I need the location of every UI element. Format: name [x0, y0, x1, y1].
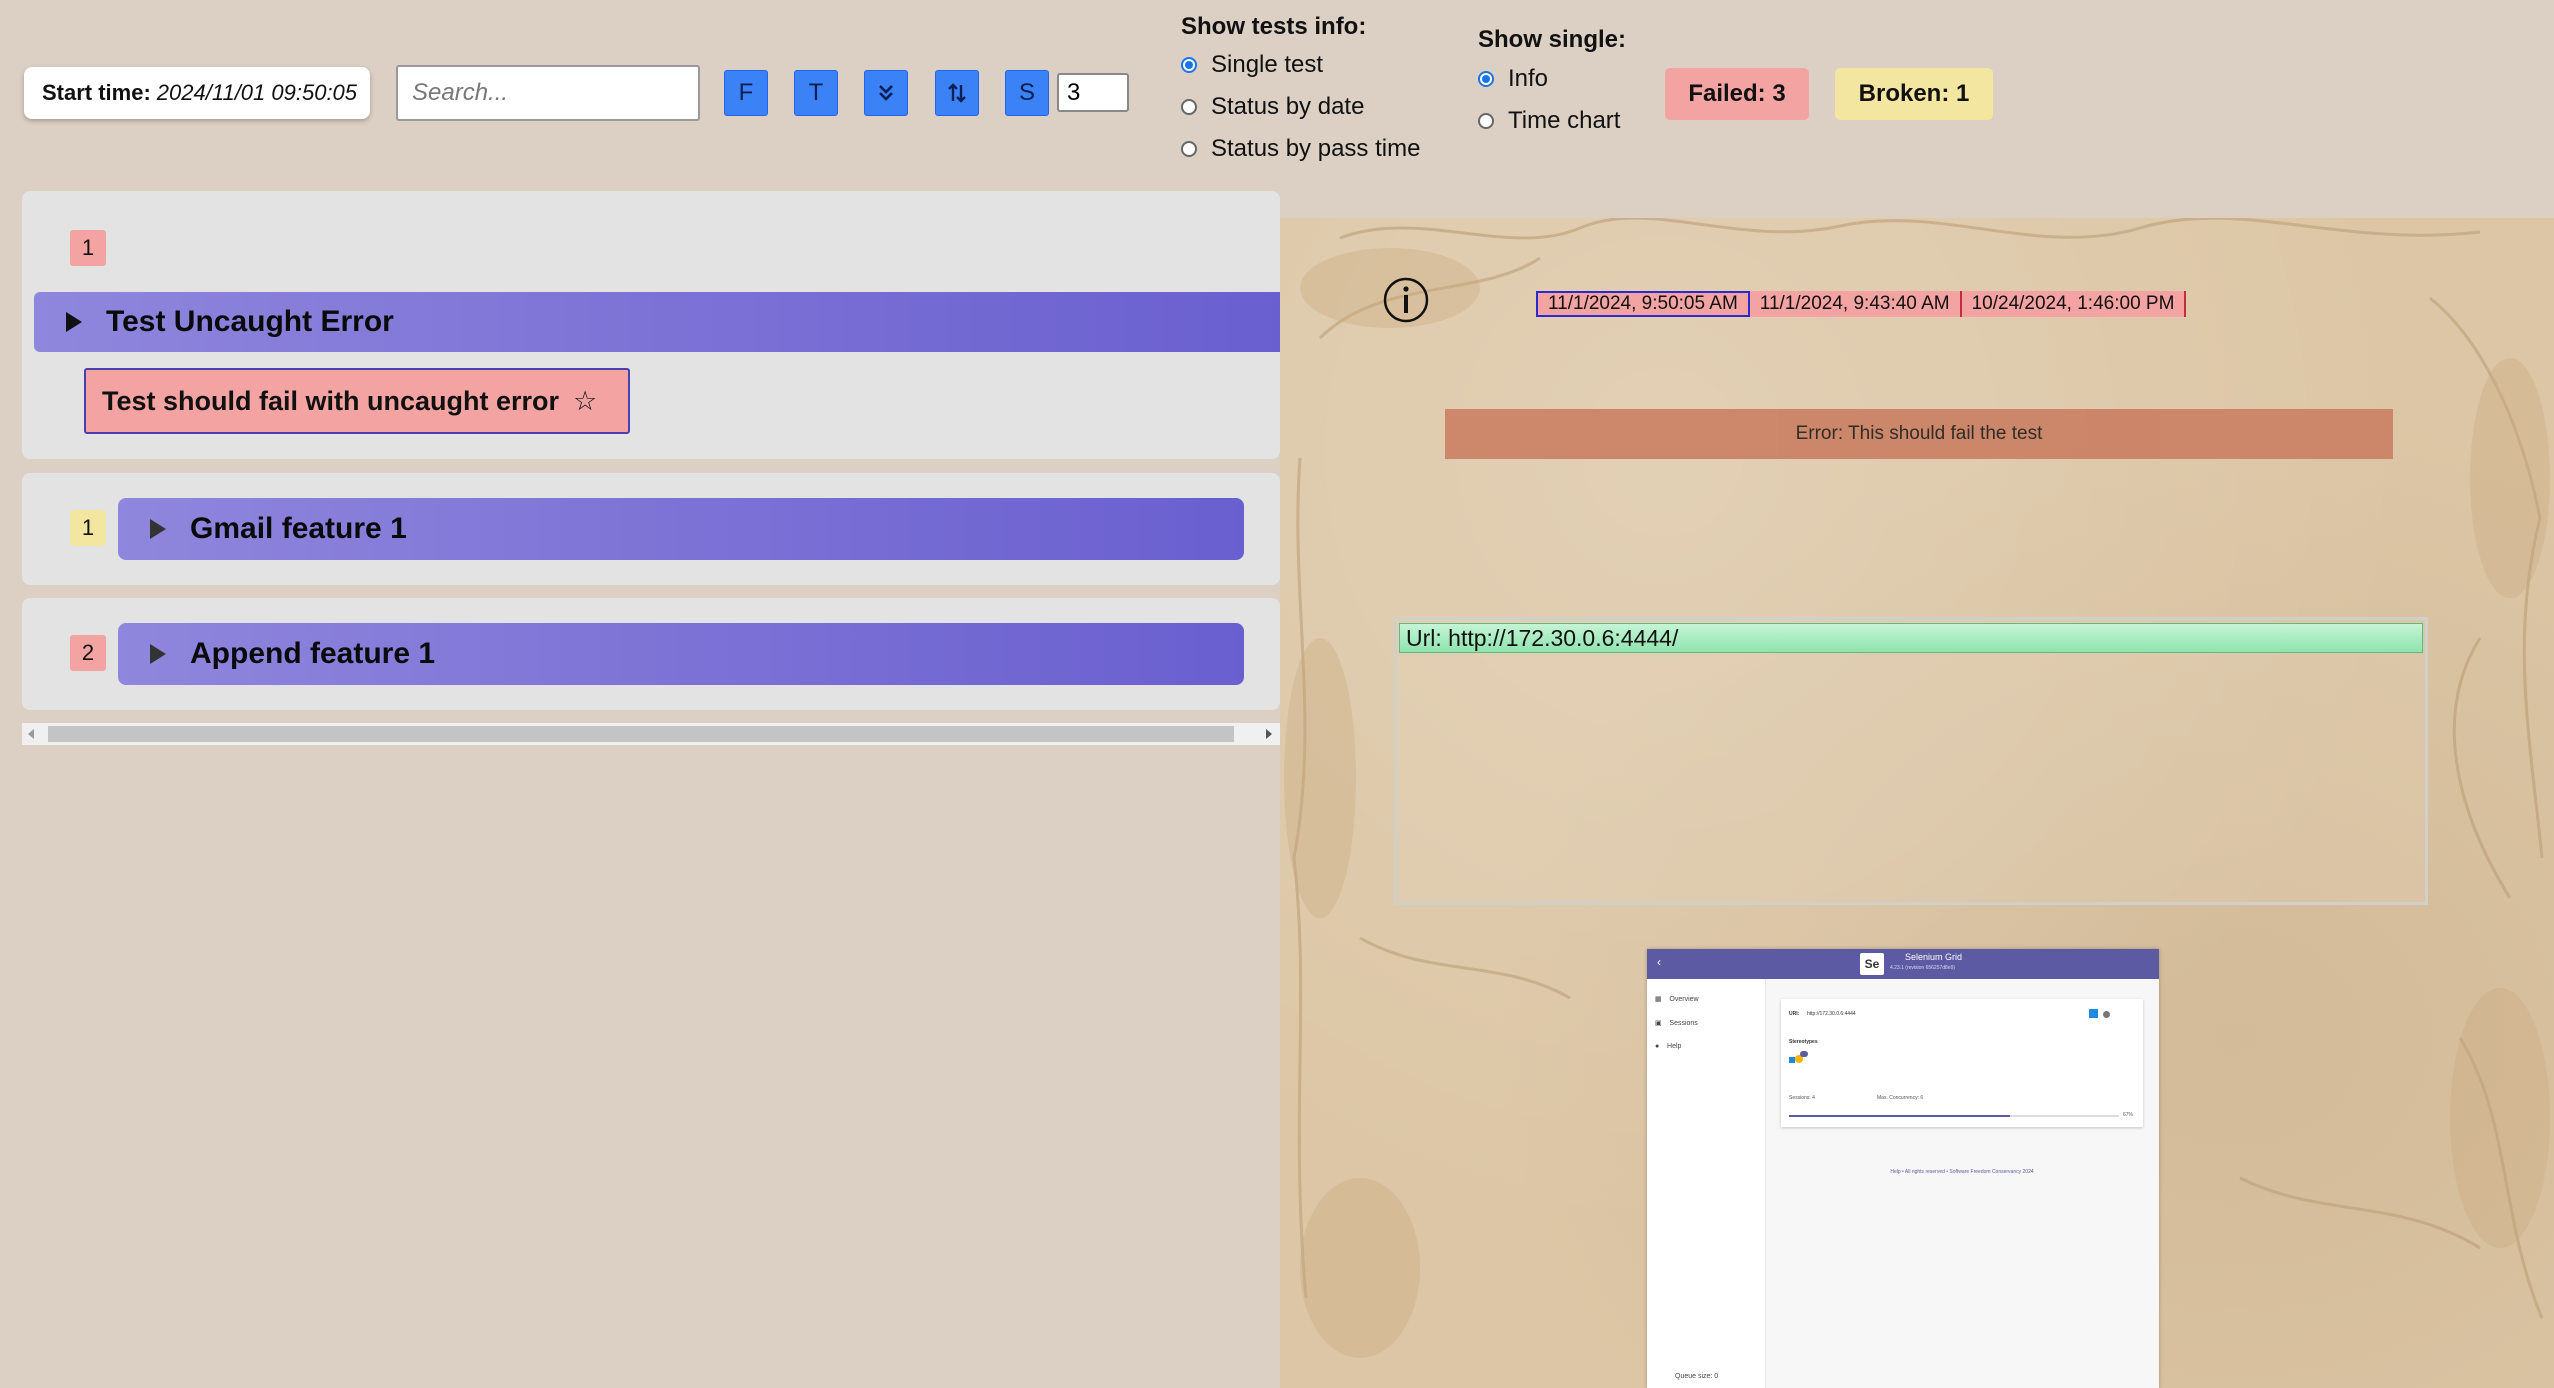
radio-status-by-date[interactable]: Status by date	[1181, 86, 1420, 128]
feature-name: Test Uncaught Error	[106, 305, 394, 338]
start-time-value: 2024/11/01 09:50:05	[156, 80, 358, 105]
radio-status-by-pass-time[interactable]: Status by pass time	[1181, 128, 1420, 170]
feature-header-test-uncaught-error[interactable]: Test Uncaught Error	[34, 292, 1280, 352]
start-time-box: Start time: 2024/11/01 09:50:05	[24, 67, 370, 119]
feature-count-badge: 1	[70, 230, 106, 266]
feature-count: 2	[81, 640, 95, 665]
grid-menu-help[interactable]: ● Help	[1655, 1043, 1681, 1050]
feature-count-badge: 2	[70, 635, 106, 671]
broken-label: Broken: 1	[1858, 80, 1970, 107]
broken-badge[interactable]: Broken: 1	[1835, 68, 1993, 120]
grid-node-card: URI: http://172.30.0.6:4444 Stereotypes …	[1781, 999, 2143, 1127]
grid-header: ‹ Se Selenium Grid 4.23.1 (revision 6562…	[1647, 949, 2159, 979]
sort-button[interactable]	[935, 70, 979, 116]
radio-button[interactable]	[1181, 57, 1197, 73]
grid-progress-fill	[1789, 1115, 2011, 1117]
expand-triangle-icon	[150, 644, 166, 664]
run-date-chip-active[interactable]: 11/1/2024, 9:50:05 AM	[1536, 291, 1750, 317]
expand-triangle-icon	[150, 519, 166, 539]
expand-triangle-icon	[66, 312, 82, 332]
failed-badge[interactable]: Failed: 3	[1665, 68, 1809, 120]
size-s-label: S	[1018, 79, 1035, 106]
run-date-chip[interactable]: 10/24/2024, 1:46:00 PM	[1961, 291, 2187, 317]
grid-sessions: Sessions: 4	[1789, 1095, 1815, 1101]
filter-t-button[interactable]: T	[794, 70, 838, 116]
radio-single-test[interactable]: Single test	[1181, 44, 1420, 86]
search-input[interactable]	[396, 65, 700, 121]
star-icon[interactable]: ☆	[573, 386, 597, 417]
radio-label: Time chart	[1508, 107, 1621, 134]
grid-queue-size: Queue size: 0	[1675, 1373, 1719, 1380]
filter-t-label: T	[808, 79, 824, 106]
grid-progress-percent: 67%	[2123, 1112, 2134, 1118]
grid-url-label: URI:	[1789, 1011, 1800, 1017]
run-date-chip[interactable]: 11/1/2024, 9:43:40 AM	[1749, 291, 1962, 317]
test-detail-panel: 11/1/2024, 9:50:05 AM 11/1/2024, 9:43:40…	[1280, 218, 2554, 1388]
start-time-label: Start time:	[42, 80, 151, 105]
selenium-logo: Se	[1860, 953, 1884, 975]
error-message: Error: This should fail the test	[1795, 423, 2043, 444]
feature-header-append-feature-1[interactable]: Append feature 1	[118, 623, 1244, 685]
radio-button[interactable]	[1181, 99, 1197, 115]
scroll-right-arrow-icon[interactable]	[1266, 729, 1272, 739]
screenshot-thumbnail[interactable]: ‹ Se Selenium Grid 4.23.1 (revision 6562…	[1647, 949, 2159, 1388]
feature-name: Gmail feature 1	[190, 512, 407, 545]
feature-name: Append feature 1	[190, 637, 436, 670]
grid-concurrency: Max. Concurrency: 6	[1877, 1095, 1924, 1101]
radio-label: Status by date	[1211, 93, 1365, 120]
feature-count: 1	[81, 235, 95, 260]
test-item-uncaught-error[interactable]: Test should fail with uncaught error ☆	[84, 368, 630, 434]
grid-title: Selenium Grid	[1905, 952, 1963, 962]
back-chevron-icon: ‹	[1657, 955, 1661, 969]
windows-icon	[2089, 1009, 2098, 1018]
grid-stereotypes-label: Stereotypes	[1789, 1039, 1818, 1045]
browser-icons	[1789, 1051, 1808, 1065]
run-dates-row: 11/1/2024, 9:50:05 AM 11/1/2024, 9:43:40…	[1536, 291, 2187, 317]
info-icon[interactable]	[1382, 276, 1430, 324]
feature-header-gmail-feature-1[interactable]: Gmail feature 1	[118, 498, 1244, 560]
run-date-label: 11/1/2024, 9:43:40 AM	[1759, 293, 1950, 314]
scroll-left-arrow-icon[interactable]	[28, 729, 34, 739]
sort-arrows-icon	[948, 83, 966, 103]
radio-button[interactable]	[1478, 71, 1494, 87]
grid-url-value: http://172.30.0.6:4444	[1807, 1011, 1856, 1017]
radio-button[interactable]	[1478, 113, 1494, 129]
radio-label: Info	[1508, 65, 1549, 92]
error-message-box: Error: This should fail the test	[1445, 409, 2393, 459]
size-input[interactable]	[1057, 73, 1129, 112]
show-tests-info-title: Show tests info:	[1181, 13, 1367, 40]
grid-sidebar: ▦ Overview ▣ Sessions ● Help Queue size:…	[1647, 979, 1766, 1388]
radio-label: Status by pass time	[1211, 135, 1421, 162]
feature-count-badge: 1	[70, 510, 106, 546]
feature-count: 1	[81, 515, 95, 540]
grid-menu-sessions[interactable]: ▣ Sessions	[1655, 1019, 1698, 1027]
filter-f-label: F	[738, 79, 754, 106]
show-single-title: Show single:	[1478, 26, 1627, 53]
size-button[interactable]: S	[1005, 70, 1049, 116]
grid-progress-track	[1789, 1115, 2119, 1117]
double-chevron-down-icon	[879, 85, 893, 101]
filter-f-button[interactable]: F	[724, 70, 768, 116]
horizontal-scrollbar[interactable]	[22, 723, 1280, 745]
failed-label: Failed: 3	[1688, 80, 1786, 107]
grid-version: 4.23.1 (revision 656257d8e9)	[1890, 965, 1956, 971]
collapse-all-button[interactable]	[864, 70, 908, 116]
grid-footer: Help • All rights reserved • Software Fr…	[1890, 1169, 2034, 1175]
show-tests-info-group: Show tests info: Single test Status by d…	[1181, 10, 1420, 170]
grid-menu-overview[interactable]: ▦ Overview	[1655, 995, 1699, 1003]
radio-time-chart[interactable]: Time chart	[1478, 100, 1626, 142]
url-log-line: Url: http://172.30.0.6:4444/	[1399, 623, 2423, 653]
run-date-label: 11/1/2024, 9:50:05 AM	[1548, 293, 1738, 314]
radio-button[interactable]	[1181, 141, 1197, 157]
run-date-label: 10/24/2024, 1:46:00 PM	[1971, 293, 2175, 314]
url-text: Url: http://172.30.0.6:4444/	[1406, 625, 1679, 651]
scrollbar-thumb[interactable]	[48, 726, 1234, 742]
radio-label: Single test	[1211, 51, 1324, 78]
radio-info[interactable]: Info	[1478, 58, 1626, 100]
log-output-box: Url: http://172.30.0.6:4444/	[1394, 617, 2428, 905]
show-single-group: Show single: Info Time chart	[1478, 22, 1626, 142]
test-label: Test should fail with uncaught error	[102, 385, 560, 416]
node-info-icon	[2103, 1011, 2110, 1018]
